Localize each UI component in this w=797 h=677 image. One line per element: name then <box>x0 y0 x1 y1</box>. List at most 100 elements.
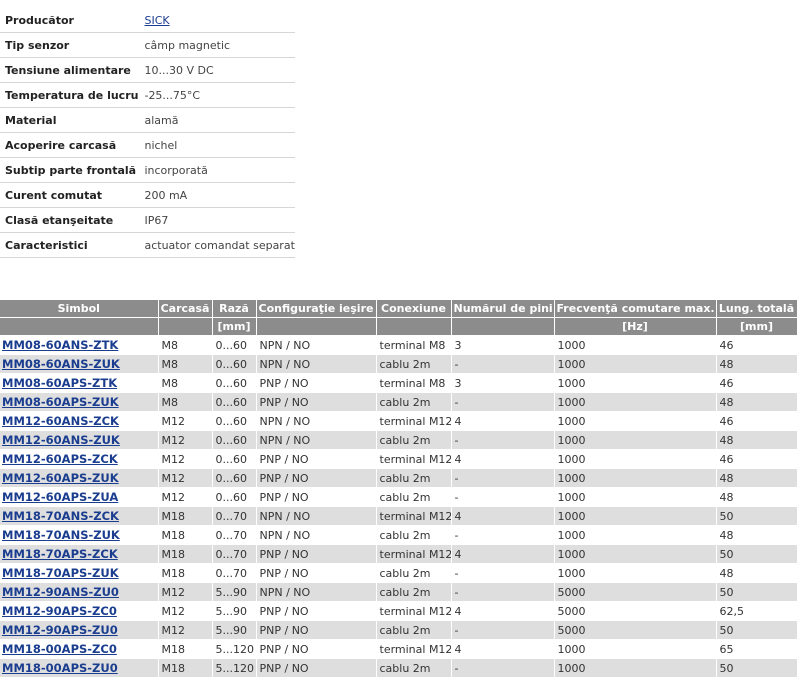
product-symbol-link[interactable]: MM18-70APS-ZCK <box>2 547 118 561</box>
spec-row: Clasă etanşeitate IP67 <box>0 207 295 233</box>
table-cell: 5000 <box>554 620 717 640</box>
product-symbol-link[interactable]: MM18-70APS-ZUK <box>2 566 119 580</box>
product-symbol-link[interactable]: MM18-00APS-ZC0 <box>2 642 117 656</box>
product-symbol-link[interactable]: MM08-60APS-ZUK <box>2 395 119 409</box>
table-cell: 0...60 <box>212 411 257 431</box>
table-cell: 48 <box>716 392 797 412</box>
table-row: MM12-60ANS-ZCK M12 0...60 NPN / NO terminal … <box>0 411 797 431</box>
spec-row: Acoperire carcasă nichel <box>0 132 295 158</box>
symbol-cell[interactable]: MM12-90APS-ZC0 <box>0 601 159 621</box>
product-symbol-link[interactable]: MM08-60ANS-ZTK <box>2 338 118 352</box>
spec-value: 200 mA <box>138 182 295 208</box>
table-cell: 0...70 <box>212 563 257 583</box>
table-cell: - <box>451 392 555 412</box>
column-header: Rază <box>212 300 257 318</box>
table-units-row: [mm] [Hz] [mm] <box>0 317 797 336</box>
table-cell: - <box>451 354 555 374</box>
spec-label: Temperatura de lucru <box>0 82 139 108</box>
product-symbol-link[interactable]: MM18-00APS-ZU0 <box>2 661 118 675</box>
table-cell: 1000 <box>554 544 717 564</box>
symbol-cell[interactable]: MM12-60ANS-ZUK <box>0 430 159 450</box>
column-header: Conexiune <box>376 300 452 318</box>
table-cell: terminal M12 <box>376 449 452 469</box>
table-cell: 1000 <box>554 392 717 412</box>
product-symbol-link[interactable]: MM12-60APS-ZUK <box>2 471 119 485</box>
table-cell: PNP / NO <box>256 392 377 412</box>
table-cell: M12 <box>158 411 213 431</box>
spec-row: Tip senzor câmp magnetic <box>0 32 295 58</box>
symbol-cell[interactable]: MM18-00APS-ZU0 <box>0 658 159 677</box>
table-row: MM12-60APS-ZUA M12 0...60 PNP / NO cablu 2m -… <box>0 487 797 507</box>
symbol-cell[interactable]: MM08-60APS-ZTK <box>0 373 159 393</box>
table-cell: M12 <box>158 582 213 602</box>
table-cell: PNP / NO <box>256 373 377 393</box>
spec-value: 10...30 V DC <box>138 57 295 83</box>
specs-table: Producător SICK Tip senzor câmp magnetic Ten… <box>0 8 295 258</box>
table-cell: 48 <box>716 354 797 374</box>
table-cell: M18 <box>158 525 213 545</box>
table-cell: 5000 <box>554 582 717 602</box>
product-symbol-link[interactable]: MM12-90APS-ZC0 <box>2 604 117 618</box>
product-symbol-link[interactable]: MM12-90ANS-ZU0 <box>2 585 119 599</box>
table-cell: 1000 <box>554 354 717 374</box>
symbol-cell[interactable]: MM08-60APS-ZUK <box>0 392 159 412</box>
product-symbol-link[interactable]: MM12-60ANS-ZCK <box>2 414 119 428</box>
spec-label: Clasă etanşeitate <box>0 207 139 233</box>
spec-value-cell[interactable]: SICK <box>138 8 295 33</box>
table-cell: M18 <box>158 639 213 659</box>
spec-label: Tip senzor <box>0 32 139 58</box>
table-cell: terminal M12 <box>376 601 452 621</box>
product-symbol-link[interactable]: MM12-90APS-ZU0 <box>2 623 118 637</box>
table-cell: 1000 <box>554 639 717 659</box>
column-unit <box>0 317 159 336</box>
table-cell: - <box>451 487 555 507</box>
symbol-cell[interactable]: MM18-70APS-ZUK <box>0 563 159 583</box>
table-cell: 0...70 <box>212 525 257 545</box>
symbol-cell[interactable]: MM12-60APS-ZCK <box>0 449 159 469</box>
symbol-cell[interactable]: MM08-60ANS-ZTK <box>0 335 159 355</box>
symbol-cell[interactable]: MM18-70ANS-ZUK <box>0 525 159 545</box>
manufacturer-link[interactable]: SICK <box>144 14 169 27</box>
symbol-cell[interactable]: MM12-60APS-ZUK <box>0 468 159 488</box>
column-unit: [mm] <box>212 317 257 336</box>
symbol-cell[interactable]: MM18-00APS-ZC0 <box>0 639 159 659</box>
table-cell: 0...60 <box>212 335 257 355</box>
table-cell: 46 <box>716 373 797 393</box>
table-cell: 50 <box>716 620 797 640</box>
table-cell: 48 <box>716 468 797 488</box>
table-cell: cablu 2m <box>376 430 452 450</box>
column-unit: [Hz] <box>554 317 717 336</box>
symbol-cell[interactable]: MM12-90ANS-ZU0 <box>0 582 159 602</box>
table-cell: 0...60 <box>212 354 257 374</box>
product-symbol-link[interactable]: MM12-60APS-ZCK <box>2 452 118 466</box>
spec-value: câmp magnetic <box>138 32 295 58</box>
product-symbol-link[interactable]: MM08-60APS-ZTK <box>2 376 117 390</box>
symbol-cell[interactable]: MM12-90APS-ZU0 <box>0 620 159 640</box>
table-cell: PNP / NO <box>256 544 377 564</box>
product-symbol-link[interactable]: MM12-60APS-ZUA <box>2 490 118 504</box>
table-cell: - <box>451 430 555 450</box>
table-row: MM18-70APS-ZCK M18 0...70 PNP / NO terminal … <box>0 544 797 564</box>
symbol-cell[interactable]: MM18-70ANS-ZCK <box>0 506 159 526</box>
table-cell: - <box>451 525 555 545</box>
column-header: Frecvenţă comutare max. <box>554 300 717 318</box>
specs-body: Producător SICK Tip senzor câmp magnetic Ten… <box>0 8 295 258</box>
table-cell: 5...120 <box>212 658 257 677</box>
column-header: Configuraţie ieşire <box>256 300 377 318</box>
symbol-cell[interactable]: MM12-60APS-ZUA <box>0 487 159 507</box>
table-cell: 50 <box>716 544 797 564</box>
symbol-cell[interactable]: MM12-60ANS-ZCK <box>0 411 159 431</box>
table-cell: - <box>451 468 555 488</box>
symbol-cell[interactable]: MM18-70APS-ZCK <box>0 544 159 564</box>
table-cell: 46 <box>716 335 797 355</box>
table-cell: 48 <box>716 525 797 545</box>
symbol-cell[interactable]: MM08-60ANS-ZUK <box>0 354 159 374</box>
table-cell: M12 <box>158 430 213 450</box>
table-cell: 50 <box>716 582 797 602</box>
product-symbol-link[interactable]: MM08-60ANS-ZUK <box>2 357 120 371</box>
product-symbol-link[interactable]: MM18-70ANS-ZCK <box>2 509 119 523</box>
product-symbol-link[interactable]: MM18-70ANS-ZUK <box>2 528 120 542</box>
table-row: MM08-60ANS-ZUK M8 0...60 NPN / NO cablu 2m -1… <box>0 354 797 374</box>
product-symbol-link[interactable]: MM12-60ANS-ZUK <box>2 433 120 447</box>
table-cell: 48 <box>716 487 797 507</box>
